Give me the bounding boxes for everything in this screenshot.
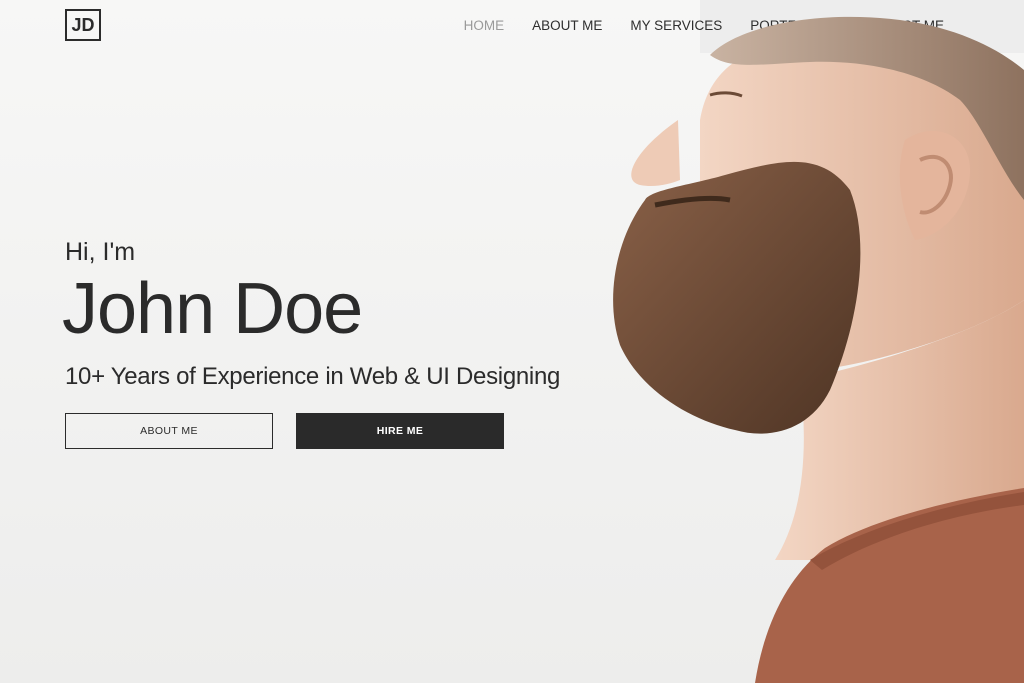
hire-me-button-label: HIRE ME (376, 425, 424, 437)
greeting-text: Hi, I'm (65, 238, 136, 266)
logo[interactable]: JD (65, 9, 101, 41)
hire-me-button[interactable]: HIRE ME (296, 413, 504, 449)
page: JD HOME ABOUT ME MY SERVICES PORTFOLIO C… (0, 0, 1024, 683)
portrait-image (613, 16, 1024, 683)
about-me-button[interactable]: ABOUT ME (65, 413, 273, 449)
hero-tagline: 10+ Years of Experience in Web & UI Desi… (65, 363, 561, 390)
logo-text: JD (71, 14, 95, 35)
about-me-button-label: ABOUT ME (140, 425, 198, 437)
hero-name: John Doe (62, 269, 363, 349)
nav-item-home[interactable]: HOME (464, 18, 505, 33)
